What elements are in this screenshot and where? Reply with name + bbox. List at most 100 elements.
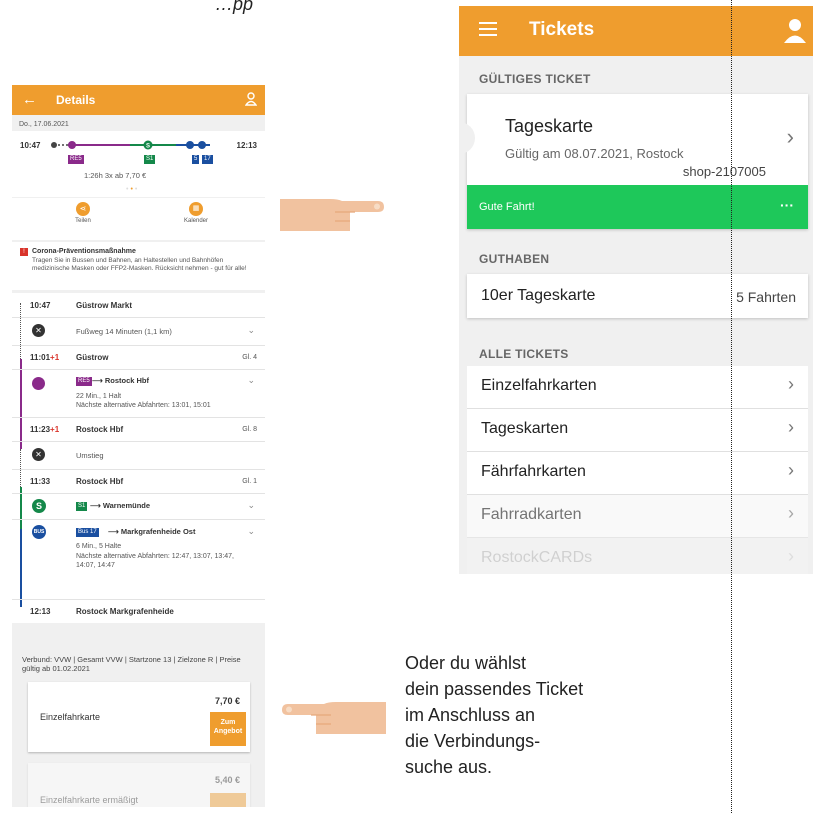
trip-overview: 10:47 12:13 S RE5 S1 5 17 1:26h 3x ab 7,… [12, 131, 265, 197]
stop-time: 10:47 [30, 301, 51, 310]
train-icon [32, 377, 45, 390]
walk-info: Fußweg 14 Minuten (1,1 km) [76, 327, 172, 336]
tickets-app-bar: Tickets [459, 6, 813, 56]
chevron-right-icon: › [788, 546, 794, 566]
stop-track: Gl. 8 [242, 426, 257, 433]
chevron-right-icon: › [788, 503, 794, 523]
caption-line: die Verbindungs- [405, 731, 541, 751]
user-icon[interactable] [783, 18, 807, 44]
calendar-label: Kalender [183, 218, 209, 224]
section-credit: GUTHABEN [479, 252, 550, 266]
tickets-screen: Tickets GÜLTIGES TICKET Tageskarte Gülti… [459, 6, 813, 574]
actions-row: ⋖ Teilen ▦ Kalender [12, 198, 265, 240]
tag-s1: S1 [144, 155, 156, 164]
transfer-line [20, 449, 21, 487]
walk-line [20, 303, 21, 359]
tickets-title: Tickets [529, 19, 595, 40]
caption-line: im Anschluss an [405, 705, 536, 725]
stop-track: Gl. 1 [242, 478, 257, 485]
svg-text:S: S [146, 144, 150, 150]
transfer-label: Umstieg [76, 451, 104, 460]
expand-chevron-icon[interactable]: ⌄ [247, 500, 255, 511]
section-valid-ticket: GÜLTIGES TICKET [479, 72, 591, 86]
tariff-info: Verbund: VVW | Gesamt VVW | Startzone 13… [22, 655, 241, 673]
expand-chevron-icon[interactable]: ⌄ [247, 375, 255, 386]
ticket-category-item[interactable]: Einzelfahrkarten › [467, 366, 808, 409]
line-badge-s1: S1 [76, 502, 88, 511]
price-card[interactable]: Einzelfahrkarte 7,70 € Zum Angebot [28, 682, 250, 752]
menu-icon[interactable] [479, 22, 497, 36]
share-icon: ⋖ [76, 202, 90, 216]
ticket-category-item[interactable]: Tageskarten › [467, 409, 808, 452]
ticket-category-item[interactable]: Fährfahrkarten › [467, 452, 808, 495]
line-badge-bus17: Bus 17 [76, 528, 99, 537]
line-badge-re5: RE5 [76, 377, 92, 386]
share-button[interactable]: ⋖ Teilen [66, 202, 100, 224]
ticket-category-item[interactable]: Fahrradkarten › [467, 495, 808, 538]
more-options-icon[interactable]: ··· [780, 197, 794, 213]
details-title: Details [56, 93, 96, 107]
caption-line: dein passendes Ticket [405, 679, 584, 699]
stop-name: Rostock Hbf [76, 425, 124, 434]
bottom-caption: Oder du wählst dein passendes Ticket im … [405, 650, 583, 780]
stop-name: Güstrow [76, 353, 109, 362]
ticket-category-item[interactable]: RostockCARDs › [467, 538, 808, 574]
top-caption-fragment: …pp [215, 0, 254, 14]
bus-info: 6 Min., 5 Halte [76, 543, 122, 550]
itinerary: 10:47 Güstrow Markt ✕ Fußweg 14 Minuten … [12, 293, 265, 623]
trip-date: Do., 17.06.2021 [19, 121, 69, 128]
re5-alternatives: Nächste alternative Abfahrten: 13:01, 15… [76, 402, 211, 409]
valid-ticket-card[interactable]: Tageskarte Gültig am 08.07.2021, Rostock… [459, 94, 808, 229]
warning-icon: ! [20, 248, 28, 256]
price-card[interactable]: Einzelfahrkarte ermäßigt 5,40 € [28, 763, 250, 807]
corona-notice: ! Corona-Präventionsmaßnahme Tragen Sie … [12, 242, 265, 290]
notice-title: Corona-Präventionsmaßnahme [32, 248, 136, 255]
calendar-icon: ▦ [189, 202, 203, 216]
offer-button-faded[interactable] [210, 793, 246, 807]
bus-destination: ⟶ Markgrafenheide Ost [108, 527, 196, 536]
stop-time: 11:23+1 [30, 425, 60, 434]
caption-line: suche aus. [405, 757, 493, 777]
price-name: Einzelfahrkarte ermäßigt [40, 795, 139, 805]
ticket-name: Tageskarte [505, 116, 594, 136]
expand-chevron-icon[interactable]: ⌄ [247, 526, 255, 537]
offer-button[interactable]: Zum Angebot [210, 712, 246, 746]
stop-time: 11:01+1 [30, 353, 60, 362]
re5-info: 22 Min., 1 Halt [76, 393, 122, 400]
tag-re5: RE5 [68, 155, 84, 164]
credit-card[interactable]: 10er Tageskarte 5 Fahrten [467, 274, 808, 318]
re5-line [19, 359, 22, 449]
tag-17: 17 [202, 155, 213, 164]
pointing-hand-icon [282, 702, 386, 734]
details-app-bar: ← Details [12, 85, 265, 115]
credit-value: 5 Fahrten [736, 289, 796, 305]
sbahn-icon: S [32, 499, 46, 513]
credit-name: 10er Tageskarte [481, 287, 596, 304]
s1-destination: ⟶ Warnemünde [90, 501, 151, 510]
ticket-code: shop-2107005 [682, 164, 766, 179]
section-all-tickets: ALLE TICKETS [479, 347, 569, 361]
walk-icon: ✕ [32, 448, 45, 461]
trip-summary: 1:26h 3x ab 7,70 € [84, 171, 147, 180]
dotted-guide-line [731, 0, 732, 813]
expand-chevron-icon[interactable]: ⌄ [247, 325, 255, 336]
ticket-notch [459, 122, 475, 154]
back-arrow-icon[interactable]: ← [22, 91, 37, 108]
stop-name: Rostock Hbf [76, 477, 124, 486]
stop-time: 12:13 [30, 607, 51, 616]
pager-dots: ••• [126, 186, 140, 193]
user-icon[interactable] [245, 92, 257, 106]
stop-name: Güstrow Markt [76, 301, 133, 310]
chevron-right-icon: › [788, 460, 794, 480]
bus-alternatives: Nächste alternative Abfahrten: 12:47, 13… [76, 553, 234, 569]
bus-line [19, 529, 22, 607]
stop-time: 11:33 [30, 477, 51, 486]
ticket-validity: Gültig am 08.07.2021, Rostock [505, 146, 684, 161]
calendar-button[interactable]: ▦ Kalender [176, 202, 216, 224]
chevron-right-icon: › [788, 417, 794, 437]
caption-line: Oder du wählst [405, 653, 527, 673]
stop-name: Rostock Markgrafenheide [76, 607, 174, 616]
bus-icon: BUS [32, 525, 46, 539]
ticket-status: Gute Fahrt! [479, 201, 535, 213]
ticket-open-chevron-icon[interactable]: › [787, 124, 794, 150]
